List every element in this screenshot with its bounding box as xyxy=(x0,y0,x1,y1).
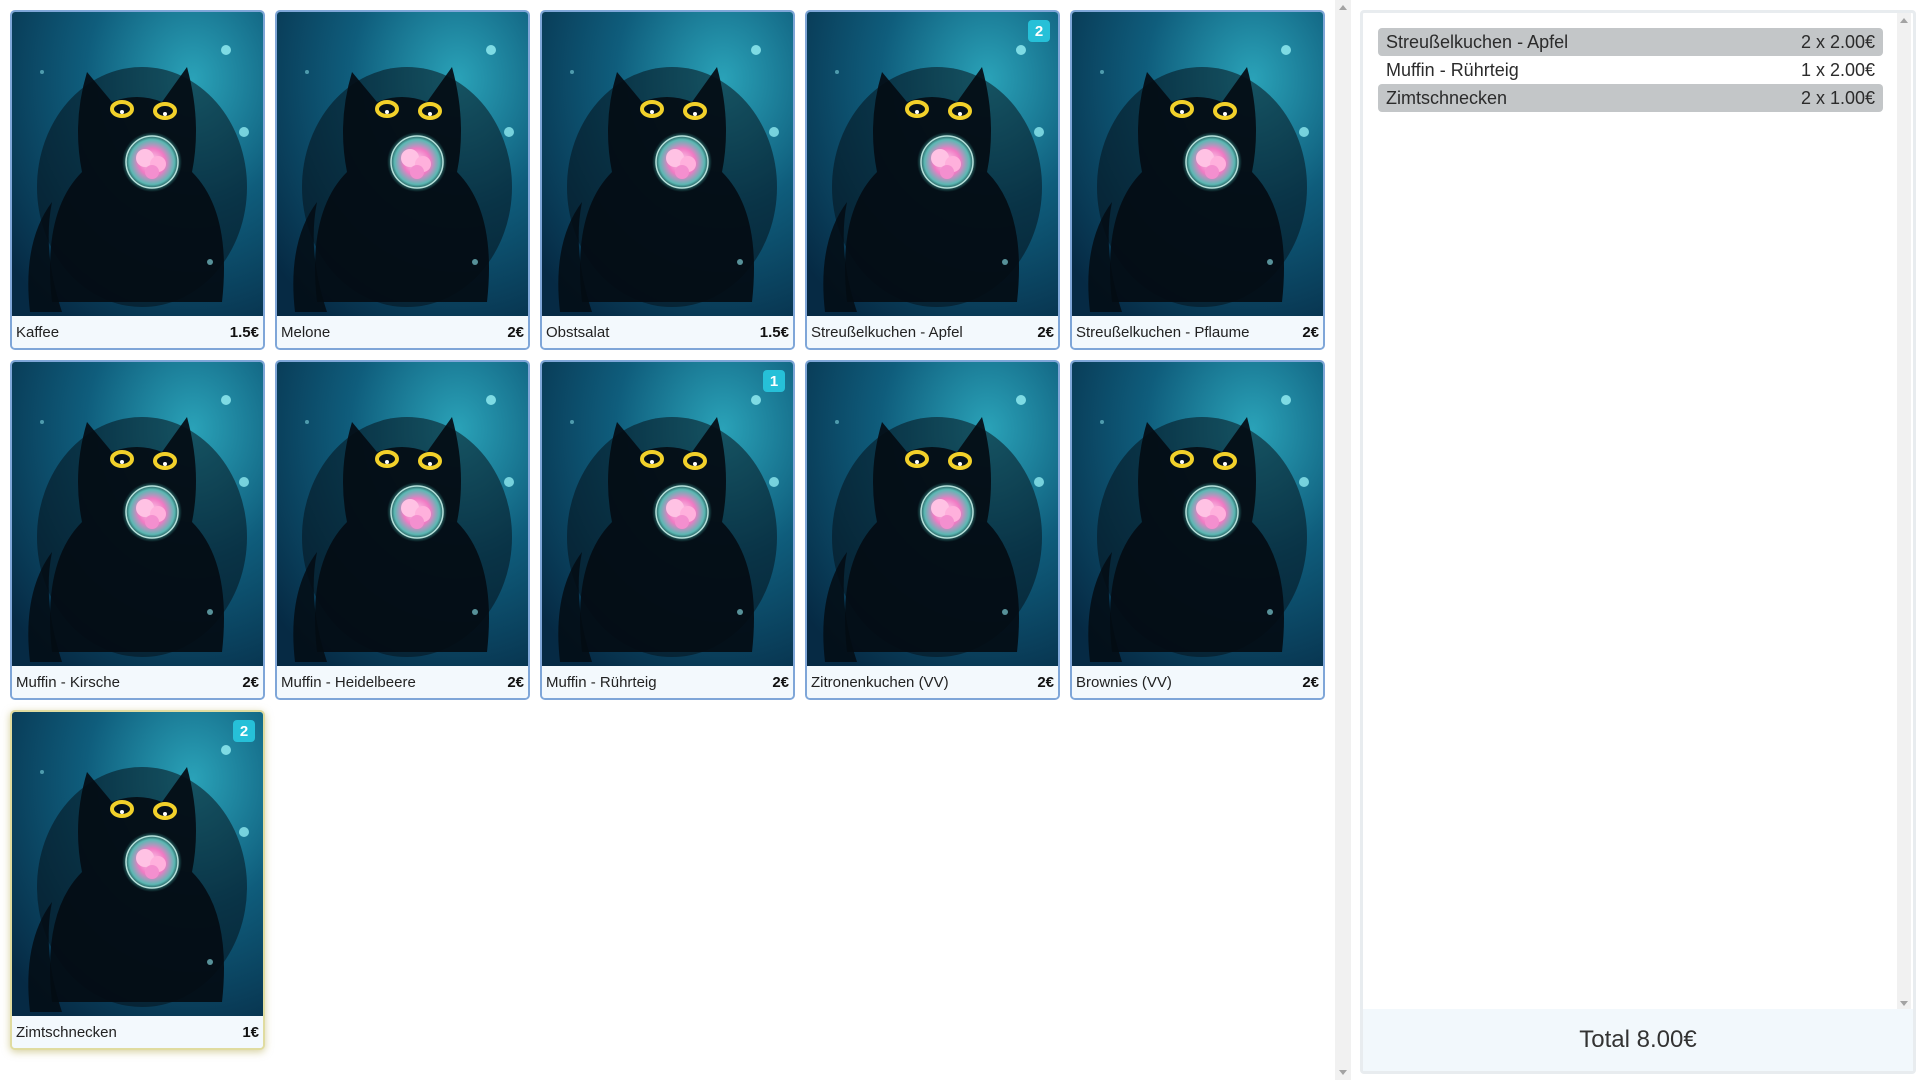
order-list: Streußelkuchen - Apfel 2 x 2.00€ Muffin - … xyxy=(1378,28,1883,112)
product-image xyxy=(807,12,1058,316)
scroll-down-arrow-icon[interactable] xyxy=(1900,1001,1908,1006)
order-item-name: Streußelkuchen - Apfel xyxy=(1386,31,1569,52)
product-scrollbar[interactable] xyxy=(1335,0,1351,1080)
product-caption: Obstsalat 1.5€ xyxy=(542,316,793,348)
product-name: Muffin - Kirsche xyxy=(16,673,120,691)
product-price: 2€ xyxy=(1302,673,1319,691)
product-card[interactable]: Obstsalat 1.5€ xyxy=(540,10,795,350)
product-price: 2€ xyxy=(772,673,789,691)
product-price: 2€ xyxy=(507,323,524,341)
order-row[interactable]: Streußelkuchen - Apfel 2 x 2.00€ xyxy=(1378,28,1883,56)
product-image xyxy=(12,712,263,1016)
order-total: Total 8.00€ xyxy=(1363,1009,1913,1071)
product-caption: Melone 2€ xyxy=(277,316,528,348)
product-image xyxy=(807,362,1058,666)
product-price: 2€ xyxy=(1037,323,1054,341)
product-caption: Muffin - Rührteig 2€ xyxy=(542,666,793,698)
product-name: Zitronenkuchen (VV) xyxy=(811,673,949,691)
quantity-badge: 1 xyxy=(763,370,785,392)
product-caption: Zimtschnecken 1€ xyxy=(12,1016,263,1048)
product-image xyxy=(1072,12,1323,316)
product-name: Obstsalat xyxy=(546,323,610,341)
product-name: Melone xyxy=(281,323,331,341)
order-scrollbar[interactable] xyxy=(1897,13,1911,1011)
product-image xyxy=(542,12,793,316)
product-name: Zimtschnecken xyxy=(16,1023,117,1041)
product-card[interactable]: Kaffee 1.5€ xyxy=(10,10,265,350)
product-card[interactable]: Muffin - Heidelbeere 2€ xyxy=(275,360,530,700)
product-caption: Streußelkuchen - Apfel 2€ xyxy=(807,316,1058,348)
product-image xyxy=(277,362,528,666)
product-price: 1€ xyxy=(242,1023,259,1041)
product-caption: Zitronenkuchen (VV) 2€ xyxy=(807,666,1058,698)
product-card[interactable]: 2 Zimtschnecken 1€ xyxy=(10,710,265,1050)
product-caption: Muffin - Heidelbeere 2€ xyxy=(277,666,528,698)
product-card[interactable]: 2 Streußelkuchen - Apfel 2€ xyxy=(805,10,1060,350)
product-price: 2€ xyxy=(242,673,259,691)
product-price: 2€ xyxy=(1302,323,1319,341)
order-row[interactable]: Zimtschnecken 2 x 1.00€ xyxy=(1378,84,1883,112)
product-image xyxy=(12,12,263,316)
product-caption: Brownies (VV) 2€ xyxy=(1072,666,1323,698)
product-price: 2€ xyxy=(507,673,524,691)
product-card[interactable]: Streußelkuchen - Pflaume 2€ xyxy=(1070,10,1325,350)
product-price: 1.5€ xyxy=(229,323,259,341)
product-card[interactable]: Melone 2€ xyxy=(275,10,530,350)
order-item-quantity: 2 x 1.00€ xyxy=(1800,87,1875,108)
order-item-name: Zimtschnecken xyxy=(1386,87,1508,108)
product-price: 2€ xyxy=(1037,673,1054,691)
product-name: Brownies (VV) xyxy=(1076,673,1172,691)
product-card[interactable]: 1 Muffin - Rührteig 2€ xyxy=(540,360,795,700)
product-card[interactable]: Brownies (VV) 2€ xyxy=(1070,360,1325,700)
product-price: 1.5€ xyxy=(759,323,789,341)
product-image xyxy=(277,12,528,316)
product-card[interactable]: Muffin - Kirsche 2€ xyxy=(10,360,265,700)
product-caption: Kaffee 1.5€ xyxy=(12,316,263,348)
product-area: Kaffee 1.5€ Melone 2€ Obstsalat 1.5€ 2 Streußel… xyxy=(0,0,1335,1080)
product-name: Kaffee xyxy=(16,323,60,341)
scroll-up-arrow-icon[interactable] xyxy=(1339,5,1347,10)
product-image xyxy=(542,362,793,666)
order-item-name: Muffin - Rührteig xyxy=(1386,59,1519,80)
scroll-down-arrow-icon[interactable] xyxy=(1339,1070,1347,1075)
quantity-badge: 2 xyxy=(233,720,255,742)
product-caption: Muffin - Kirsche 2€ xyxy=(12,666,263,698)
order-item-quantity: 2 x 2.00€ xyxy=(1800,31,1875,52)
product-caption: Streußelkuchen - Pflaume 2€ xyxy=(1072,316,1323,348)
product-name: Streußelkuchen - Apfel xyxy=(811,323,963,341)
product-name: Muffin - Rührteig xyxy=(546,673,657,691)
order-row[interactable]: Muffin - Rührteig 1 x 2.00€ xyxy=(1378,56,1883,84)
product-card[interactable]: Zitronenkuchen (VV) 2€ xyxy=(805,360,1060,700)
product-image xyxy=(1072,362,1323,666)
quantity-badge: 2 xyxy=(1028,20,1050,42)
order-item-quantity: 1 x 2.00€ xyxy=(1800,59,1875,80)
product-image xyxy=(12,362,263,666)
order-panel: Streußelkuchen - Apfel 2 x 2.00€ Muffin - … xyxy=(1360,10,1916,1074)
product-name: Muffin - Heidelbeere xyxy=(281,673,416,691)
scroll-up-arrow-icon[interactable] xyxy=(1900,18,1908,23)
product-name: Streußelkuchen - Pflaume xyxy=(1076,323,1250,341)
